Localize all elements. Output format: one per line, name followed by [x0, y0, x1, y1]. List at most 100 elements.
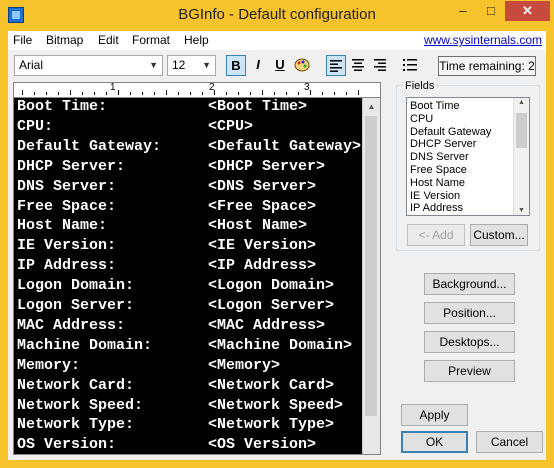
align-left-button[interactable] — [326, 55, 346, 76]
field-placeholder: <Logon Server> — [208, 297, 335, 314]
menu-format[interactable]: Format — [132, 33, 170, 47]
scroll-up-icon[interactable]: ▲ — [363, 98, 380, 115]
ruler-tick — [250, 92, 251, 95]
field-placeholder: <MAC Address> — [208, 316, 326, 334]
field-label: CPU: — [17, 117, 54, 135]
menu-bar: File Bitmap Edit Format Help www.sysinte… — [8, 31, 546, 50]
field-placeholder: <OS Version> — [208, 436, 317, 454]
scrollbar-thumb[interactable] — [365, 116, 377, 416]
preview-button[interactable]: Preview — [424, 360, 515, 382]
field-list-item[interactable]: Boot Time — [410, 100, 460, 113]
ruler-tick — [202, 92, 203, 95]
field-label: IP Address: — [17, 257, 117, 275]
field-placeholder: <DHCP Server> — [208, 157, 326, 175]
fields-list[interactable]: Boot Time CPU Default Gateway DHCP Server DN… — [406, 97, 530, 216]
position-button[interactable]: Position... — [424, 302, 515, 324]
ruler: 1 2 3 — [14, 83, 380, 98]
ruler-tick — [118, 90, 119, 95]
field-label: Free Space: — [17, 197, 117, 215]
scrollbar-thumb[interactable] — [516, 113, 527, 148]
field-placeholder: <Network Type> — [208, 416, 335, 434]
title-bar[interactable]: BGInfo - Default configuration – □ ✕ — [0, 0, 554, 31]
underline-button[interactable]: U — [270, 55, 290, 76]
field-label: OS Version: — [17, 436, 117, 454]
ruler-tick — [82, 92, 83, 95]
ruler-tick — [106, 92, 107, 95]
field-list-item[interactable]: Host Name — [410, 177, 465, 190]
chevron-down-icon: ▼ — [202, 60, 211, 70]
minimize-button[interactable]: – — [449, 1, 477, 21]
font-size-value: 12 — [172, 58, 186, 72]
menu-bitmap[interactable]: Bitmap — [46, 33, 83, 47]
editor-text[interactable]: Boot Time: <Boot Time> CPU: <CPU> Default Ga… — [14, 98, 362, 454]
field-placeholder: <DNS Server> — [208, 177, 317, 195]
ruler-tick — [298, 92, 299, 95]
field-label: Logon Server: — [17, 297, 135, 314]
field-list-item[interactable]: IP Address — [410, 202, 463, 215]
align-right-button[interactable] — [370, 55, 390, 76]
field-placeholder: <Machine Domain> — [208, 336, 353, 354]
fields-scrollbar[interactable]: ▲ ▼ — [513, 98, 529, 215]
close-button[interactable]: ✕ — [505, 1, 550, 21]
scroll-down-icon[interactable]: ▼ — [514, 207, 529, 214]
field-list-item[interactable]: CPU — [410, 113, 433, 126]
align-center-button[interactable] — [348, 55, 368, 76]
ruler-tick — [238, 92, 239, 95]
maximize-button[interactable]: □ — [477, 1, 505, 21]
field-list-item[interactable]: DNS Server — [410, 151, 469, 164]
field-label: Default Gateway: — [17, 137, 162, 155]
ruler-tick — [130, 92, 131, 95]
ruler-tick — [262, 90, 263, 95]
background-button[interactable]: Background... — [424, 273, 515, 295]
menu-edit[interactable]: Edit — [98, 33, 119, 47]
field-list-item[interactable]: DHCP Server — [410, 138, 476, 151]
ruler-tick — [214, 90, 215, 95]
italic-icon: I — [256, 57, 260, 72]
ruler-tick — [286, 92, 287, 95]
format-toolbar: Arial ▼ 12 ▼ B I U Time remaining: 2 — [8, 51, 546, 81]
app-window: BGInfo - Default configuration – □ ✕ Fil… — [0, 0, 554, 468]
field-placeholder: <CPU> — [208, 117, 254, 135]
font-size-select[interactable]: 12 ▼ — [167, 55, 216, 76]
ruler-tick — [190, 92, 191, 95]
menu-help[interactable]: Help — [184, 33, 209, 47]
field-list-item[interactable]: Free Space — [410, 164, 467, 177]
field-label: Boot Time: — [17, 98, 108, 115]
bold-button[interactable]: B — [226, 55, 246, 76]
ruler-tick — [226, 92, 227, 95]
time-remaining-button[interactable]: Time remaining: 2 — [438, 56, 536, 76]
field-label: MAC Address: — [17, 316, 126, 334]
field-label: Network Speed: — [17, 396, 144, 414]
config-editor[interactable]: 1 2 3 Boot Time: <Boot Time> CPU: <CPU> Defa… — [13, 82, 381, 455]
font-select-value: Arial — [19, 58, 44, 72]
field-placeholder: <Logon Domain> — [208, 277, 335, 295]
field-list-item[interactable]: IE Version — [410, 190, 460, 203]
font-color-button[interactable] — [292, 55, 312, 76]
ruler-tick — [34, 92, 35, 95]
editor-scrollbar[interactable]: ▲ — [362, 98, 380, 454]
font-select[interactable]: Arial ▼ — [14, 55, 163, 76]
scroll-up-icon[interactable]: ▲ — [514, 99, 529, 106]
desktops-button[interactable]: Desktops... — [424, 331, 515, 353]
ok-button[interactable]: OK — [401, 431, 468, 453]
field-label: IE Version: — [17, 237, 117, 255]
custom-button[interactable]: Custom... — [470, 224, 528, 246]
field-label: Host Name: — [17, 217, 108, 235]
align-right-icon — [374, 59, 386, 71]
bullet-list-button[interactable] — [400, 55, 420, 76]
field-label: Memory: — [17, 356, 81, 374]
sysinternals-link[interactable]: www.sysinternals.com — [424, 33, 542, 47]
add-field-button[interactable]: <- Add — [407, 224, 465, 246]
menu-file[interactable]: File — [13, 33, 32, 47]
ruler-number: 3 — [304, 82, 310, 93]
ruler-tick — [274, 92, 275, 95]
field-placeholder: <Boot Time> — [208, 98, 308, 115]
field-label: Logon Domain: — [17, 277, 135, 295]
ruler-tick — [22, 90, 23, 95]
align-left-icon — [330, 60, 342, 72]
italic-button[interactable]: I — [248, 55, 268, 76]
field-list-item[interactable]: Default Gateway — [410, 126, 491, 139]
apply-button[interactable]: Apply — [401, 404, 468, 426]
cancel-button[interactable]: Cancel — [476, 431, 543, 453]
ruler-tick — [310, 90, 311, 95]
